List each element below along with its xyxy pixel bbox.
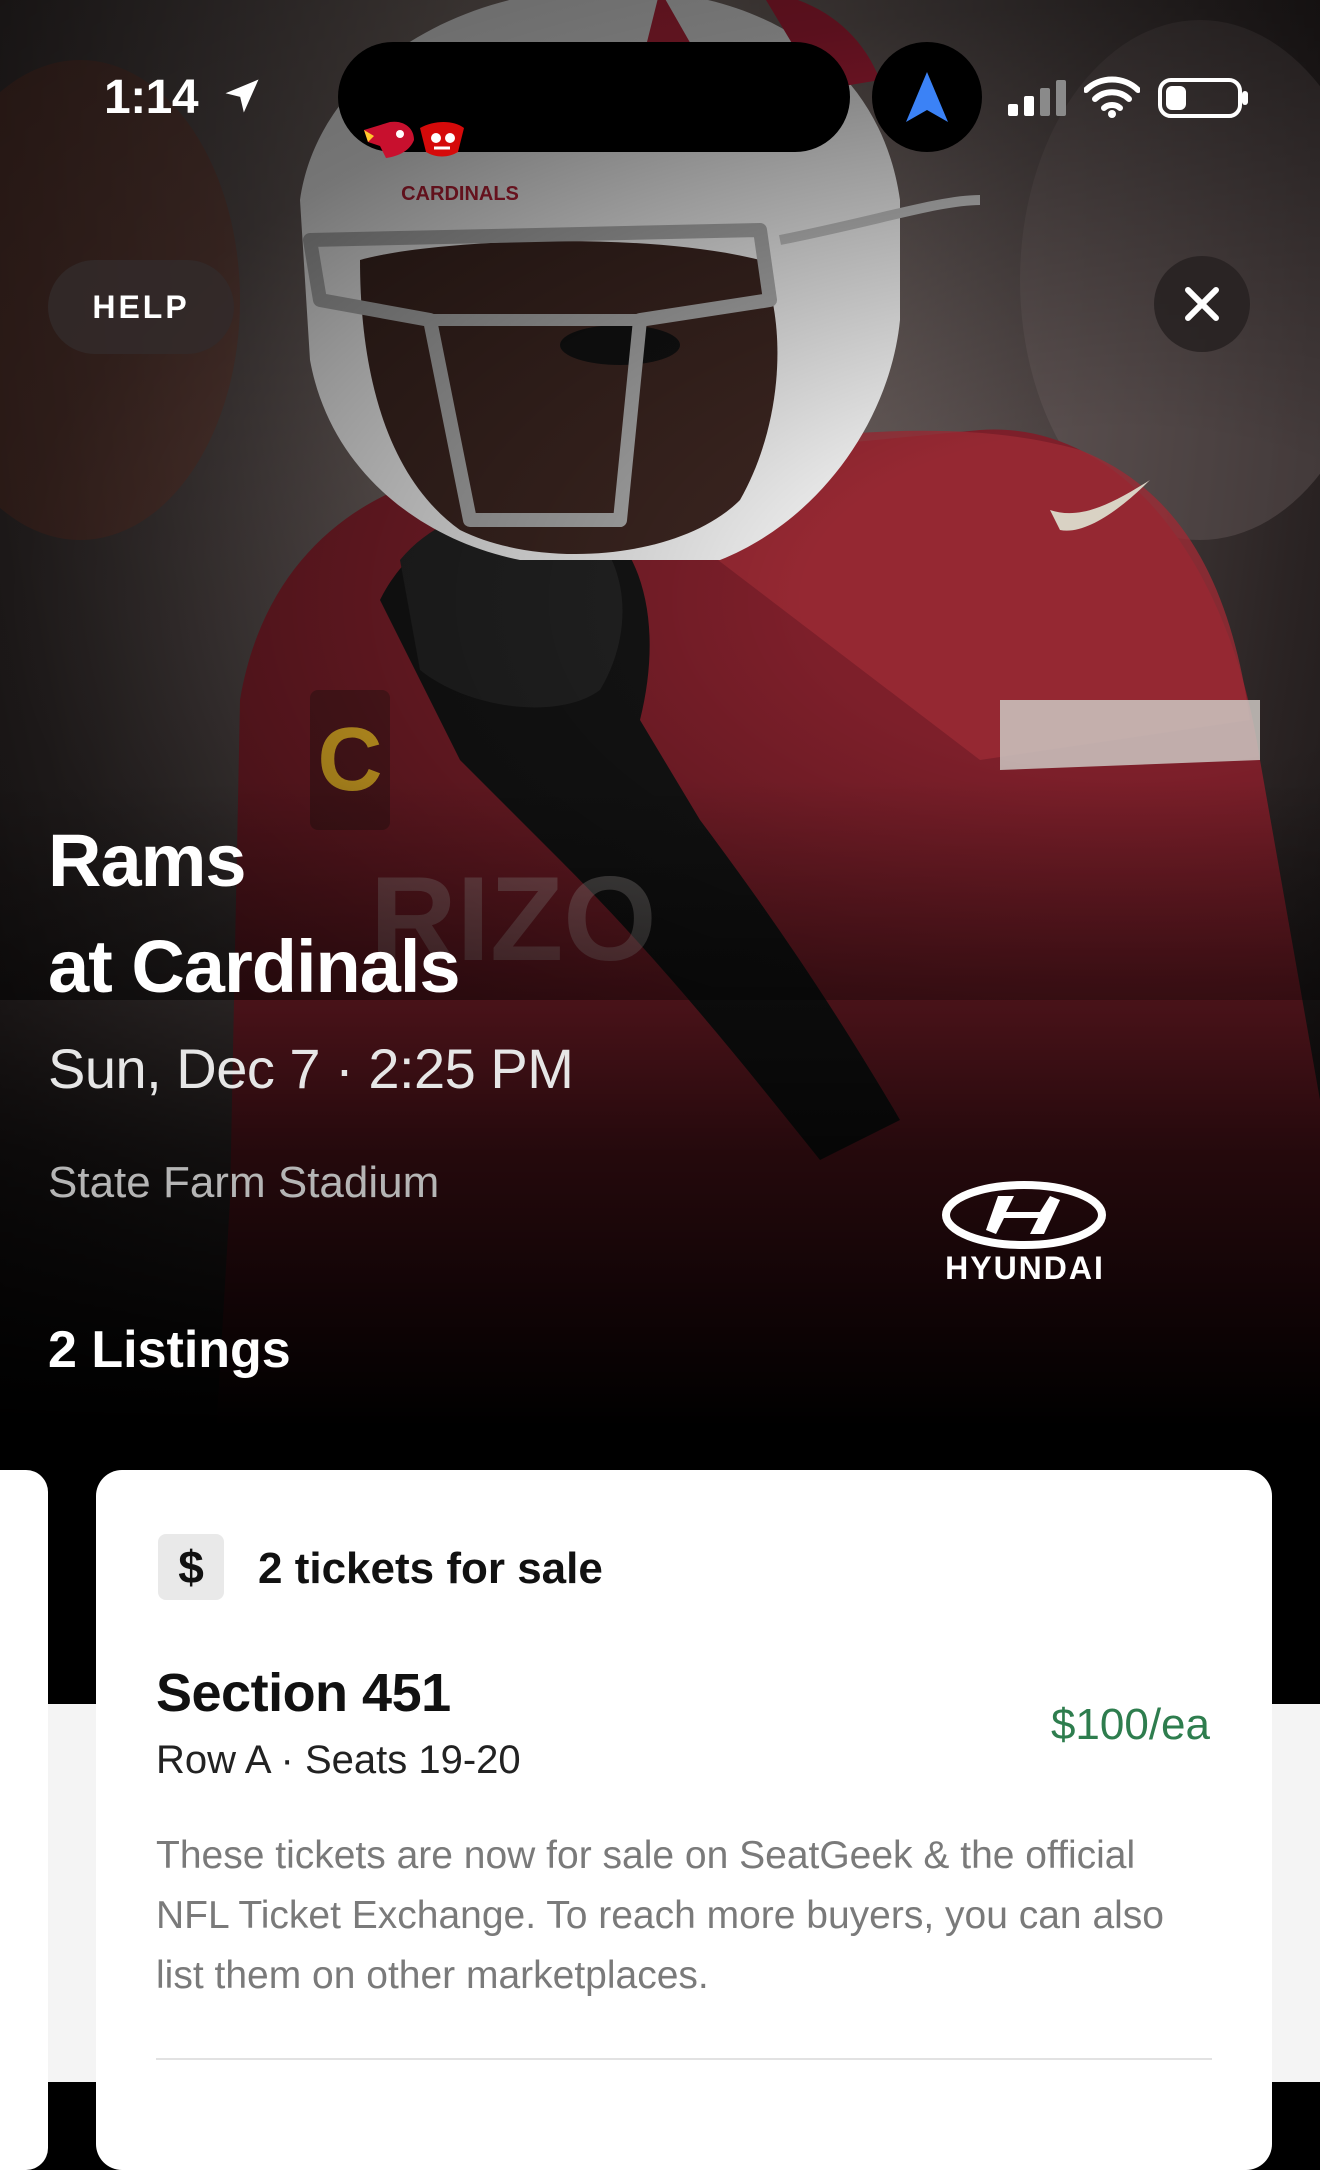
cellular-signal-icon	[1008, 80, 1066, 116]
event-venue: State Farm Stadium	[48, 1158, 440, 1207]
event-title-line2: at Cardinals	[48, 925, 461, 1008]
previous-listing-card[interactable]	[0, 1470, 48, 2170]
dynamic-island	[338, 42, 850, 158]
divider	[156, 2058, 1212, 2060]
buccaneers-logo-icon	[420, 122, 464, 157]
row-seats: Row A · Seats 19-20	[156, 1738, 521, 1782]
navigation-indicator	[872, 42, 982, 152]
cardinals-logo-icon	[364, 121, 414, 158]
event-title: Rams at Cardinals	[48, 808, 461, 1020]
listing-notice: These tickets are now for sale on SeatGe…	[156, 1834, 1165, 1997]
close-button[interactable]	[1154, 256, 1250, 352]
listings-count: 2 Listings	[48, 1321, 291, 1379]
status-time: 1:14	[104, 71, 199, 124]
event-date-time: Sun, Dec 7 · 2:25 PM	[48, 1037, 574, 1100]
sponsor-name: HYUNDAI	[945, 1250, 1105, 1286]
close-icon	[1185, 287, 1219, 321]
navigation-arrow-icon	[906, 72, 948, 122]
battery-icon	[1158, 78, 1248, 118]
dollar-icon: $	[158, 1534, 224, 1600]
location-arrow-icon	[225, 79, 259, 113]
event-title-line1: Rams	[48, 819, 247, 902]
tickets-for-sale-label: 2 tickets for sale	[258, 1544, 603, 1593]
listing-card[interactable]: $ 2 tickets for sale Section 451 Row A ·…	[96, 1470, 1272, 2170]
wifi-icon	[1084, 76, 1140, 118]
listing-price: $100/ea	[1050, 1700, 1210, 1749]
hyundai-logo-icon	[942, 1181, 1106, 1249]
section-title: Section 451	[156, 1663, 451, 1723]
help-button[interactable]: HELP	[48, 260, 234, 354]
